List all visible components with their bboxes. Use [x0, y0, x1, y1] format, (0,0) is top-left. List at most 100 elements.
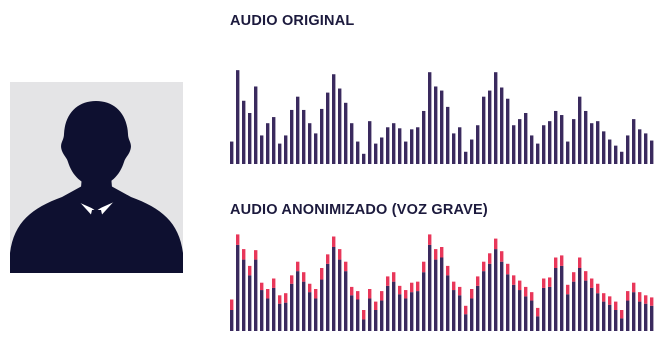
original-waveform-bar [314, 133, 318, 164]
original-waveform-bar [440, 90, 444, 164]
original-waveform-bar [554, 110, 558, 164]
anonymized-waveform-bar [482, 271, 486, 331]
anonymized-waveform-bar-cap [296, 261, 300, 272]
anonymized-waveform-bar-cap [500, 251, 504, 262]
anonymized-waveform-bar-cap [488, 253, 492, 264]
original-waveform-bar [596, 121, 600, 164]
original-waveform-bar [296, 96, 300, 164]
original-waveform-bar [632, 119, 636, 164]
original-waveform-bar [548, 121, 552, 164]
original-waveform-bar [572, 119, 576, 164]
original-waveform-bar [416, 127, 420, 164]
anonymized-waveform-bar-cap [338, 249, 342, 260]
anonymized-waveform-bar-cap [512, 275, 516, 285]
original-waveform-bar [590, 123, 594, 164]
anonymized-waveform-bar [356, 299, 360, 331]
anonymized-waveform-bar [620, 318, 624, 331]
anonymized-waveform-bar [500, 261, 504, 331]
anonymized-waveform-bar [236, 244, 240, 331]
original-waveform-bar [254, 86, 258, 164]
anonymized-waveform-bar [542, 287, 546, 331]
anonymized-waveform-bar [584, 280, 588, 331]
anonymized-waveform-bar-cap [290, 275, 294, 284]
anonymized-waveform-bar-cap [404, 290, 408, 299]
anonymized-waveform-bar-cap [470, 289, 474, 299]
anonymized-waveform-bar-cap [650, 297, 654, 306]
anonymized-waveform-bar [548, 286, 552, 331]
original-waveform-bar [500, 87, 504, 164]
original-waveform-bar [578, 96, 582, 164]
anonymized-waveform-bar [608, 304, 612, 331]
original-waveform-bar [266, 123, 270, 164]
anonymized-waveform-bar [290, 283, 294, 331]
anonymized-waveform-bar [530, 300, 534, 331]
original-waveform-bar [620, 151, 624, 164]
anonymized-waveform [230, 234, 654, 331]
original-waveform-bar [428, 72, 432, 164]
original-waveform-bar [614, 145, 618, 164]
original-waveform-bar [650, 140, 654, 164]
anonymized-waveform-bar [494, 249, 498, 331]
original-waveform-bar [452, 133, 456, 164]
anonymized-waveform-bar [536, 316, 540, 331]
anonymized-waveform-bar-cap [602, 293, 606, 302]
anonymized-waveform-bar [440, 257, 444, 331]
anonymized-waveform-bar [404, 298, 408, 331]
anonymized-waveform-bar [488, 263, 492, 331]
anonymized-waveform-bar [446, 275, 450, 331]
anonymized-waveform-bar [248, 275, 252, 331]
original-waveform-bar [236, 70, 240, 164]
anonymized-waveform-bar-cap [590, 278, 594, 288]
anonymized-waveform-bar [614, 310, 618, 331]
original-waveform-bar [464, 151, 468, 164]
anonymized-waveform-bar-cap [410, 282, 414, 293]
original-waveform-bar [608, 139, 612, 164]
anonymized-waveform-bar [284, 302, 288, 331]
original-waveform-bar [626, 135, 630, 164]
anonymized-waveform-bar-cap [542, 278, 546, 288]
anonymized-waveform-bar-cap [284, 293, 288, 303]
anonymized-waveform-bar-cap [524, 286, 528, 297]
original-waveform-bar [476, 125, 480, 164]
anonymized-waveform-bar [422, 272, 426, 331]
anonymized-waveform-bar [260, 290, 264, 331]
original-waveform-bar [524, 113, 528, 164]
anonymized-waveform-bar [560, 265, 564, 331]
original-waveform-bar [434, 86, 438, 164]
anonymized-waveform-bar-cap [278, 295, 282, 304]
original-waveform-bar [506, 98, 510, 164]
anonymized-waveform-bar-cap [578, 257, 582, 268]
original-waveform-bar [248, 113, 252, 164]
anonymized-waveform-bar-cap [446, 265, 450, 276]
anonymized-waveform-bar-cap [458, 286, 462, 296]
anonymized-waveform-bar-cap [242, 249, 246, 260]
original-waveform-bar [380, 137, 384, 164]
original-waveform-bar [242, 100, 246, 164]
anonymized-waveform-bar-cap [368, 289, 372, 299]
anonymized-waveform-bar-cap [356, 291, 360, 300]
anonymized-waveform-bar [602, 301, 606, 331]
anonymized-waveform-bar [344, 271, 348, 331]
anonymized-waveform-bar-cap [506, 263, 510, 275]
anonymized-waveform-bar-cap [302, 272, 306, 282]
anonymized-waveform-bar-cap [638, 292, 642, 302]
anonymized-waveform-bar-cap [260, 282, 264, 291]
anonymized-waveform-bar-cap [620, 310, 624, 319]
anonymized-waveform-bar-cap [614, 301, 618, 310]
original-waveform-bar [410, 129, 414, 164]
original-waveform [230, 70, 654, 164]
anonymized-waveform-bar [320, 279, 324, 331]
anonymized-waveform-bar [242, 259, 246, 331]
anonymized-waveform-bar-cap [608, 296, 612, 305]
anonymized-waveform-bar [332, 247, 336, 331]
anonymized-waveform-bar-cap [584, 271, 588, 281]
original-waveform-bar [272, 117, 276, 164]
anonymized-waveform-bar [638, 301, 642, 331]
head [61, 101, 131, 186]
anonymized-waveform-bar-cap [350, 286, 354, 296]
anonymized-waveform-bar [518, 290, 522, 331]
anonymized-waveform-bar-cap [554, 257, 558, 268]
original-waveform-bar [446, 106, 450, 164]
original-waveform-bar [230, 141, 234, 164]
anonymized-waveform-bar [326, 263, 330, 331]
